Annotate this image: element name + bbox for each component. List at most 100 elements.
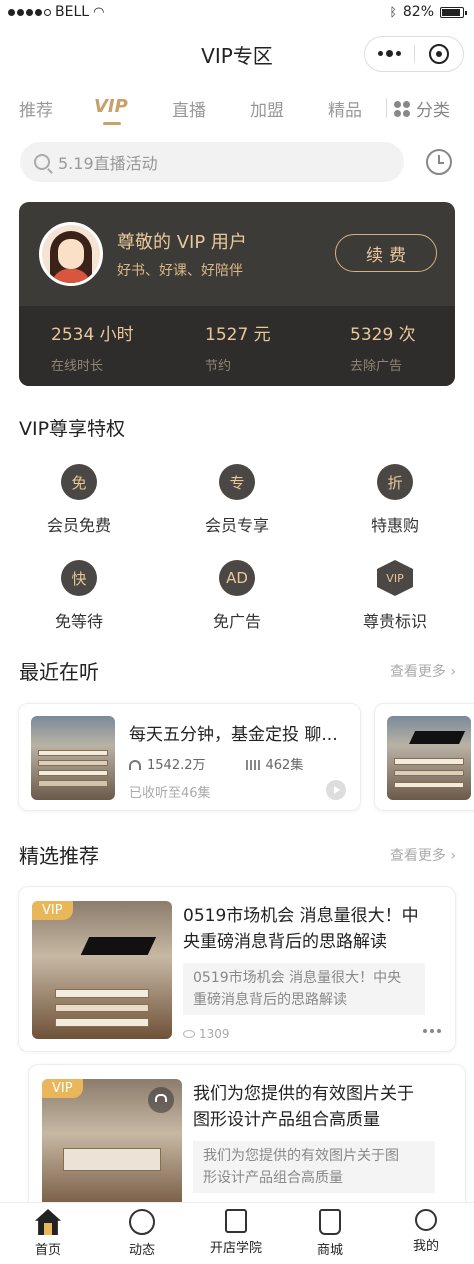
episode-count: 462集 — [265, 758, 304, 773]
tabbar-academy[interactable]: 开店学院 — [196, 1209, 276, 1256]
tabbar-mall[interactable]: 商城 — [290, 1209, 370, 1258]
privilege-free[interactable]: 免 会员免费 — [19, 464, 139, 536]
vip-slogan: 好书、好课、好陪伴 — [117, 263, 243, 279]
privilege-label: 会员专享 — [204, 516, 269, 535]
vip-badge-icon: VIP — [377, 560, 413, 596]
privilege-label: 尊贵标识 — [362, 612, 427, 631]
recent-more-link[interactable]: 查看更多 › — [390, 661, 456, 681]
bag-icon — [319, 1209, 341, 1235]
privilege-no-wait[interactable]: 快 免等待 — [19, 560, 139, 632]
privilege-no-ads[interactable]: AD 免广告 — [177, 560, 297, 632]
chat-icon — [129, 1209, 155, 1235]
graduation-cap-image: VIP — [32, 901, 172, 1039]
featured-more-link[interactable]: 查看更多 › — [390, 845, 456, 865]
bottom-tab-bar: 首页 动态 开店学院 商城 我的 — [0, 1202, 474, 1264]
privilege-badge[interactable]: VIP 尊贵标识 — [335, 560, 455, 632]
tabbar-home[interactable]: 首页 — [8, 1209, 88, 1258]
open-book-image: VIP — [42, 1079, 182, 1215]
stat-label: 在线时长 — [51, 359, 104, 374]
battery-icon — [440, 6, 467, 18]
carrier-name: BELL — [55, 4, 90, 20]
tab-recommend[interactable]: 推荐 — [19, 96, 53, 121]
stat-value: 5329 次 — [350, 325, 416, 345]
privilege-exclusive[interactable]: 专 会员专享 — [177, 464, 297, 536]
tab-premium[interactable]: 精品 — [328, 96, 362, 121]
more-icon[interactable] — [365, 50, 414, 57]
category-tabs: 推荐 VIP 直播 加盟 精品 分类 — [0, 92, 474, 128]
tab-categories[interactable]: 分类 — [394, 96, 450, 121]
stat-value: 1527 元 — [205, 325, 271, 345]
headphone-icon — [148, 1087, 174, 1113]
privilege-label: 免广告 — [212, 612, 261, 631]
recent-audio-card-partial[interactable] — [374, 703, 474, 811]
history-clock-icon[interactable] — [426, 149, 452, 175]
play-count: 1542.2万 — [147, 758, 206, 773]
vip-tag: VIP — [32, 901, 73, 920]
featured-title-text: 0519市场机会 消息量很大！中 央重磅消息背后的思路解读 — [183, 906, 419, 952]
ad-icon: AD — [219, 560, 255, 596]
bluetooth-icon: ᛒ — [389, 5, 397, 19]
privilege-label: 免等待 — [54, 612, 103, 631]
featured-title: 精选推荐 — [19, 844, 99, 868]
close-icon[interactable] — [415, 44, 463, 64]
tabbar-feed[interactable]: 动态 — [102, 1209, 182, 1258]
mini-program-capsule — [364, 36, 464, 72]
grid-icon — [394, 100, 410, 117]
listen-progress: 已收听至46集 — [129, 786, 211, 801]
search-placeholder: 5.19直播活动 — [58, 154, 158, 173]
privileges-title: VIP尊享特权 — [19, 418, 126, 440]
privilege-label: 会员免费 — [46, 516, 111, 535]
chevron-right-icon: › — [450, 664, 456, 680]
stat-online-time: 2534 小时 在线时长 — [51, 320, 134, 374]
signal-icon — [8, 8, 51, 16]
tab-vip[interactable]: VIP — [94, 96, 128, 117]
search-input[interactable]: 5.19直播活动 — [20, 142, 404, 182]
view-count: 1309 — [183, 1027, 230, 1041]
chevron-right-icon: › — [450, 848, 456, 864]
stat-label: 去除广告 — [350, 359, 403, 374]
book-cover-image — [31, 716, 115, 800]
vip-greeting: 尊敬的 VIP 用户 — [117, 232, 247, 253]
book-icon — [225, 1209, 247, 1233]
privilege-label: 特惠购 — [370, 516, 419, 535]
avatar — [39, 222, 103, 286]
battery-percent: 82% — [402, 4, 434, 20]
stat-savings: 1527 元 节约 — [205, 320, 271, 374]
nav-bar: VIP专区 — [0, 30, 474, 78]
headphone-icon — [129, 760, 141, 770]
vip-member-card: 尊敬的 VIP 用户 好书、好课、好陪伴 续费 2534 小时 在线时长 152… — [19, 202, 455, 386]
tab-live[interactable]: 直播 — [172, 96, 206, 121]
privilege-discount[interactable]: 折 特惠购 — [335, 464, 455, 536]
play-icon[interactable] — [326, 780, 346, 800]
eye-icon — [183, 1030, 195, 1038]
tabbar-me[interactable]: 我的 — [386, 1209, 466, 1254]
episodes-icon — [245, 760, 260, 770]
audio-title: 每天五分钟，基金定投 聊... — [129, 725, 338, 745]
stat-label: 节约 — [205, 359, 232, 374]
home-icon — [35, 1209, 61, 1235]
tab-franchise[interactable]: 加盟 — [250, 96, 284, 121]
featured-summary: 我们为您提供的有效图片关于图 形设计产品组合高质量 — [193, 1141, 435, 1193]
audio-meta: 1542.2万 462集 — [129, 754, 303, 773]
free-icon: 免 — [61, 464, 97, 500]
stat-value: 2534 小时 — [51, 325, 134, 345]
search-icon — [34, 154, 50, 170]
recent-title: 最近在听 — [19, 660, 99, 684]
featured-card[interactable]: VIP 我们为您提供的有效图片关于 图形设计产品组合高质量 我们为您提供的有效图… — [28, 1064, 466, 1215]
featured-card[interactable]: VIP 0519市场机会 消息量很大！中 央重磅消息背后的思路解读 0519市场… — [18, 886, 456, 1052]
featured-title-text: 我们为您提供的有效图片关于 图形设计产品组合高质量 — [193, 1084, 414, 1130]
renew-button[interactable]: 续费 — [335, 234, 437, 272]
featured-summary: 0519市场机会 消息量很大！中央 重磅消息背后的思路解读 — [183, 963, 425, 1015]
more-options-icon[interactable] — [423, 1029, 441, 1033]
status-bar: BELL ◠ ᛒ 82% — [0, 0, 474, 24]
more-link-label: 查看更多 — [389, 848, 446, 864]
user-icon — [415, 1209, 437, 1231]
wifi-icon: ◠ — [93, 4, 105, 20]
book-cover-image — [387, 716, 471, 800]
tab-categories-label: 分类 — [416, 101, 450, 121]
stat-ads-removed: 5329 次 去除广告 — [350, 320, 416, 374]
exclusive-icon: 专 — [219, 464, 255, 500]
vip-tag: VIP — [42, 1079, 83, 1098]
discount-icon: 折 — [377, 464, 413, 500]
recent-audio-card[interactable]: 每天五分钟，基金定投 聊... 1542.2万 462集 已收听至46集 — [18, 703, 361, 811]
